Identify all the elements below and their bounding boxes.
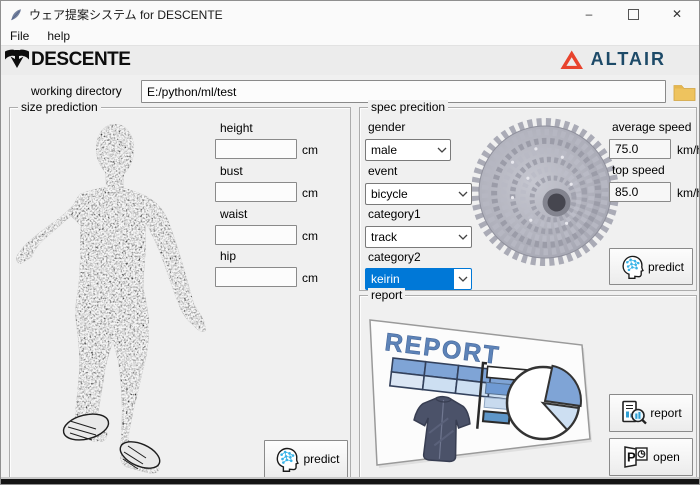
size-predict-button[interactable]: predict [264,440,348,478]
top-speed-unit: km/h [677,186,700,200]
window-title: ウェア提案システム for DESCENTE [29,6,223,23]
minimize-button[interactable]: – [567,1,611,27]
cassette-gear-image [472,118,622,268]
title-bar: ウェア提案システム for DESCENTE – ✕ [1,1,699,27]
report-button[interactable]: report [609,394,693,432]
gender-value: male [366,140,433,160]
chevron-down-icon [433,140,450,160]
app-window: ウェア提案システム for DESCENTE – ✕ File help DES… [0,0,700,485]
category2-value: keirin [366,269,454,289]
gender-combobox[interactable]: male [365,139,451,161]
height-label: height [220,121,253,135]
report-button-label: report [650,406,681,420]
height-input[interactable] [215,139,297,159]
category1-value: track [366,227,454,247]
gender-label: gender [368,120,405,134]
category1-combobox[interactable]: track [365,226,472,248]
average-speed-label: average speed [612,120,691,134]
size-prediction-panel: size prediction [9,107,351,480]
chevron-down-icon [454,227,471,247]
open-button-label: open [653,450,680,464]
brain-icon [618,253,645,280]
altair-triangle-icon [560,49,584,70]
close-button[interactable]: ✕ [655,1,699,27]
bottom-edge [1,479,699,484]
average-speed-output [609,139,671,159]
category2-combobox[interactable]: keirin [365,268,472,290]
working-directory-label: working directory [31,84,122,98]
chevron-down-icon [454,269,471,289]
maximize-button[interactable] [611,1,655,27]
waist-label: waist [220,207,247,221]
svg-text:P: P [627,450,636,465]
menu-help[interactable]: help [38,29,79,43]
folder-icon [673,82,696,101]
body-mesh-image [10,116,220,476]
top-speed-label: top speed [612,163,665,177]
report-doc-icon [620,400,647,426]
event-value: bicycle [366,184,454,204]
top-speed-output [609,182,671,202]
descente-mark-icon [3,47,31,72]
altair-wordmark: ALTAIR [591,49,666,70]
event-combobox[interactable]: bicycle [365,183,472,205]
hip-unit: cm [302,271,318,285]
close-icon: ✕ [672,7,682,21]
bust-unit: cm [302,186,318,200]
average-speed-unit: km/h [677,143,700,157]
waist-input[interactable] [215,225,297,245]
hip-input[interactable] [215,267,297,287]
event-label: event [368,164,397,178]
altair-logo: ALTAIR [560,49,666,70]
descente-wordmark: DESCENTE [31,49,130,71]
brain-icon [272,445,300,473]
category2-label: category2 [368,250,421,264]
bust-label: bust [220,164,243,178]
spec-precition-panel: spec precition gender male event bicycle… [359,107,697,291]
browse-folder-button[interactable] [672,81,696,102]
chevron-down-icon [454,184,471,204]
report-title: report [368,288,405,302]
category1-label: category1 [368,207,421,221]
height-unit: cm [302,143,318,157]
spec-predict-label: predict [648,260,684,274]
maximize-icon [628,9,639,20]
menu-bar: File help [1,27,699,45]
report-illustration: REPORT [364,304,604,474]
descente-logo: DESCENTE [3,47,130,72]
size-predict-label: predict [303,452,339,466]
spec-precition-title: spec precition [368,100,448,114]
report-panel: report REPORT [359,295,697,481]
bust-input[interactable] [215,182,297,202]
powerpoint-icon: P [622,445,650,469]
logo-band: DESCENTE ALTAIR [1,45,699,75]
window-controls: – ✕ [567,1,699,27]
minimize-icon: – [586,7,593,21]
open-button[interactable]: P open [609,438,693,476]
menu-file[interactable]: File [1,29,38,43]
spec-predict-button[interactable]: predict [609,248,693,285]
tk-feather-icon [9,7,23,22]
waist-unit: cm [302,229,318,243]
hip-label: hip [220,249,236,263]
size-prediction-title: size prediction [18,100,101,114]
